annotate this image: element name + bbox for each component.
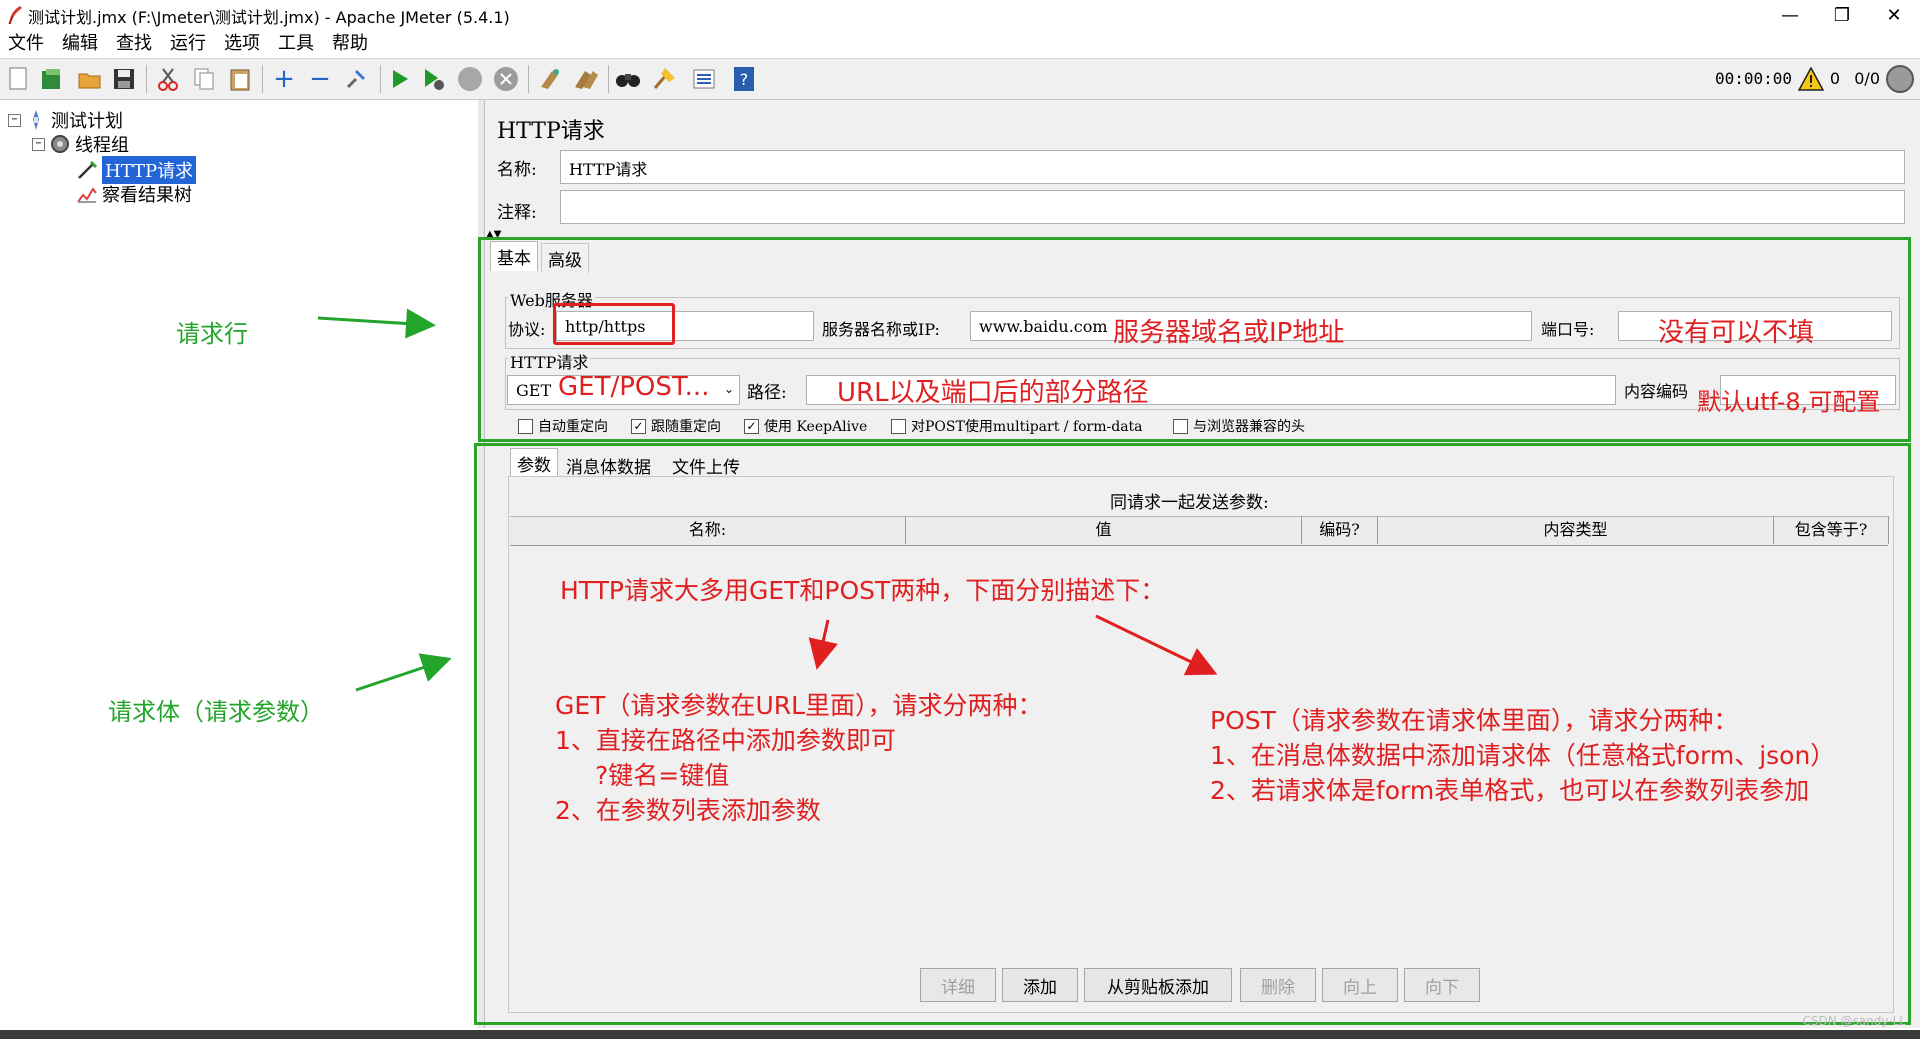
- comment-label: 注释:: [497, 203, 537, 223]
- method-annotation: GET/POST...: [558, 372, 710, 402]
- get-annotation-line: GET（请求参数在URL里面），请求分两种：: [555, 691, 1043, 720]
- post-annotation-line: 1、在消息体数据中添加请求体（任意格式form、json）: [1210, 741, 1836, 770]
- http-sampler-icon: [78, 160, 98, 179]
- tree-item-test-plan[interactable]: − 测试计划: [8, 107, 123, 133]
- path-annotation: URL以及端口后的部分路径: [837, 378, 1149, 408]
- open-icon[interactable]: [76, 65, 104, 93]
- menu-tools[interactable]: 工具: [270, 30, 324, 58]
- intro-annotation: HTTP请求大多用GET和POST两种，下面分别描述下：: [560, 576, 1166, 605]
- start-no-pause-icon[interactable]: [420, 65, 448, 93]
- cut-icon[interactable]: [154, 65, 182, 93]
- menu-options[interactable]: 选项: [216, 30, 270, 58]
- elapsed-timer: 00:00:00: [1714, 69, 1792, 88]
- tree-item-http-request[interactable]: HTTP请求: [72, 156, 197, 184]
- comment-field[interactable]: [560, 190, 1905, 224]
- server-annotation: 服务器域名或IP地址: [1113, 318, 1345, 348]
- svg-text:?: ?: [740, 70, 749, 89]
- start-icon[interactable]: [386, 65, 414, 93]
- menu-file[interactable]: 文件: [0, 30, 54, 58]
- menu-run[interactable]: 运行: [162, 30, 216, 58]
- maximize-button[interactable]: ❐: [1816, 0, 1868, 30]
- expand-icon[interactable]: +: [270, 64, 298, 94]
- search-icon[interactable]: [614, 65, 642, 93]
- copy-icon[interactable]: [190, 65, 218, 93]
- shutdown-icon[interactable]: [492, 65, 520, 93]
- encoding-annotation: 默认utf-8,可配置: [1697, 388, 1881, 416]
- collapse-toggle-icon[interactable]: −: [8, 113, 21, 127]
- toggle-icon[interactable]: [342, 65, 370, 93]
- get-annotation-line: ?键名=键值: [595, 761, 730, 790]
- listener-icon: [77, 187, 97, 203]
- run-status-icon: [1886, 65, 1914, 93]
- protocol-highlight: [553, 303, 675, 345]
- clear-all-icon[interactable]: [572, 65, 600, 93]
- test-plan-icon: [33, 110, 39, 130]
- menu-edit[interactable]: 编辑: [54, 30, 108, 58]
- request-body-annotation: 请求体（请求参数）: [108, 698, 324, 726]
- name-field[interactable]: HTTP请求: [560, 150, 1905, 184]
- warning-icon[interactable]: [1798, 67, 1824, 91]
- jmeter-feather-icon: [8, 6, 22, 25]
- new-icon[interactable]: [4, 65, 32, 93]
- taskbar-strip: [0, 1030, 1920, 1039]
- tree-item-thread-group[interactable]: − 线程组: [32, 131, 129, 157]
- name-label: 名称:: [497, 160, 537, 180]
- request-line-annotation: 请求行: [176, 320, 248, 348]
- paste-icon[interactable]: [226, 65, 254, 93]
- minimize-button[interactable]: —: [1764, 0, 1816, 30]
- collapse-icon[interactable]: −: [306, 64, 334, 94]
- function-helper-icon[interactable]: [690, 65, 718, 93]
- tree-item-view-results[interactable]: 察看结果树: [72, 181, 192, 207]
- port-annotation: 没有可以不填: [1658, 318, 1815, 348]
- get-annotation-line: 1、直接在路径中添加参数即可: [555, 726, 896, 755]
- clear-icon[interactable]: [536, 65, 564, 93]
- watermark: CSDN @sandy-LL: [1802, 1014, 1906, 1028]
- panel-title: HTTP请求: [497, 119, 605, 144]
- stop-icon[interactable]: [456, 65, 484, 93]
- post-annotation-line: POST（请求参数在请求体里面），请求分两种：: [1210, 706, 1739, 735]
- menu-bar: 文件 编辑 查找 运行 选项 工具 帮助: [0, 30, 1920, 58]
- window-title: 测试计划.jmx (F:\Jmeter\测试计划.jmx) - Apache J…: [28, 8, 510, 27]
- templates-icon[interactable]: [38, 65, 66, 93]
- post-annotation-line: 2、若请求体是form表单格式，也可以在参数列表参加: [1210, 776, 1810, 805]
- thread-group-icon: [51, 135, 69, 153]
- error-count: 0: [1829, 69, 1840, 88]
- toolbar: + − ? 00:00:00 0 0/0: [0, 58, 1920, 100]
- get-annotation-line: 2、在参数列表添加参数: [555, 796, 821, 825]
- test-plan-tree: − 测试计划 − 线程组 HTTP请求 察看结果树: [0, 100, 479, 1028]
- title-bar: 测试计划.jmx (F:\Jmeter\测试计划.jmx) - Apache J…: [0, 0, 1920, 30]
- close-button[interactable]: ✕: [1868, 0, 1920, 30]
- active-threads-count: 0/0: [1854, 69, 1880, 88]
- menu-search[interactable]: 查找: [108, 30, 162, 58]
- menu-help[interactable]: 帮助: [324, 30, 378, 58]
- help-icon[interactable]: ?: [730, 65, 758, 93]
- reset-search-icon[interactable]: [650, 65, 678, 93]
- save-icon[interactable]: [110, 65, 138, 93]
- collapse-toggle-icon[interactable]: −: [32, 137, 45, 151]
